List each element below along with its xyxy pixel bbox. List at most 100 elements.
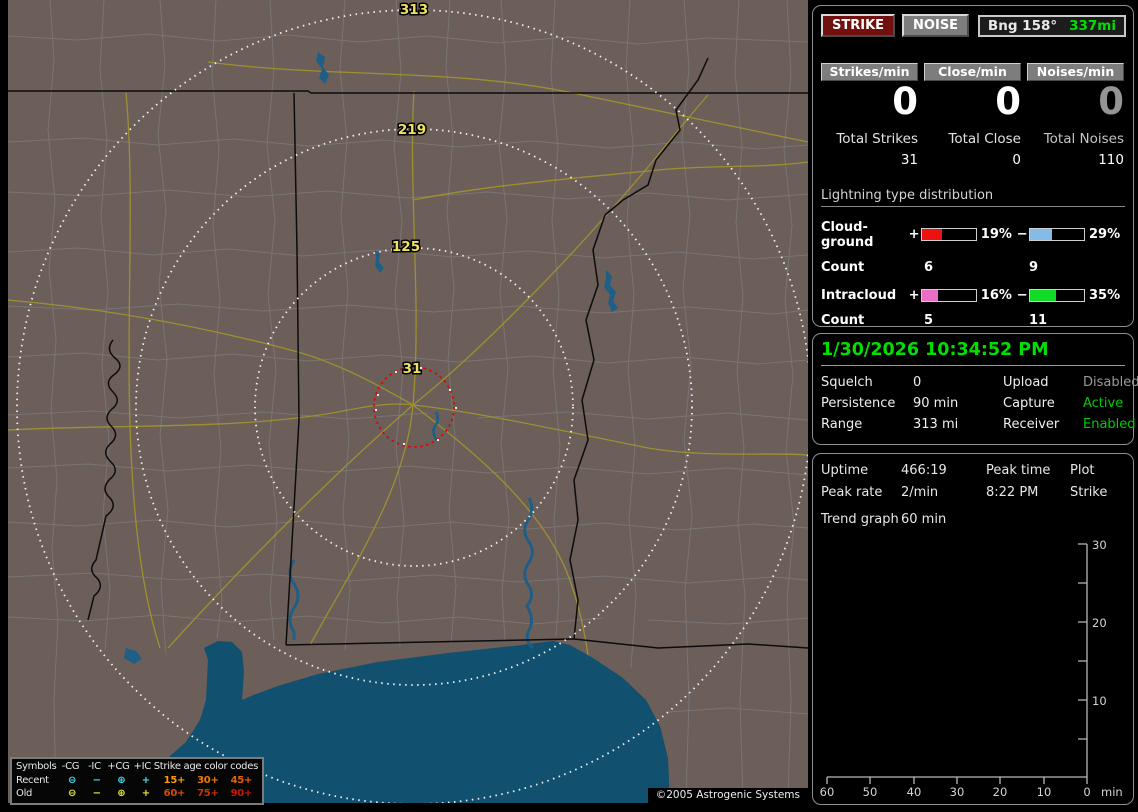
total-close-value: 0 xyxy=(1012,151,1021,168)
cg-plus-percent: 19% xyxy=(980,227,1012,243)
current-datetime: 1/30/2026 10:34:52 PM xyxy=(821,340,1125,366)
plot-mode-value: Strike xyxy=(1070,485,1108,500)
x-tick-10: 10 xyxy=(1037,785,1052,799)
persistence-value: 90 min xyxy=(913,396,959,411)
trend-axes xyxy=(826,543,1088,784)
legend-recent-label: Recent xyxy=(16,774,49,786)
age-code-75: 75+ xyxy=(197,788,219,799)
pos-ic-old-icon: + xyxy=(141,788,150,799)
range-label: Range xyxy=(821,417,863,432)
trend-graph-label: Trend graph xyxy=(821,512,899,527)
uptime-label: Uptime xyxy=(821,463,869,478)
receiver-label: Receiver xyxy=(1003,417,1060,432)
upload-label: Upload xyxy=(1003,375,1049,390)
trend-panel: Uptime 466:19 Peak time Plot Peak rate 2… xyxy=(812,453,1134,805)
peak-time-label: Peak time xyxy=(986,463,1051,478)
strike-counters-panel: STRIKE NOISE Bng 158° 337mi Strikes/min … xyxy=(812,5,1134,328)
legend-age-header: Strike age color codes xyxy=(153,761,259,772)
cloud-ground-label: Cloud-ground xyxy=(821,219,874,250)
x-tick-50: 50 xyxy=(863,785,878,799)
plus-sign: + xyxy=(908,227,920,243)
ic-count-label: Count xyxy=(821,312,865,328)
ic-minus-percent: 35% xyxy=(1088,287,1121,303)
ic-plus-percent: 16% xyxy=(980,287,1012,303)
legend-col-pos-cg: +CG xyxy=(107,761,130,772)
total-strikes-value: 31 xyxy=(900,151,918,168)
y-tick-10: 10 xyxy=(1092,694,1107,708)
trend-axis-labels: 30 20 10 60 50 40 30 20 10 0 min xyxy=(820,538,1123,799)
intracloud-label: Intracloud xyxy=(821,287,897,303)
strikes-per-min-value: 0 xyxy=(892,80,918,123)
x-tick-0: 0 xyxy=(1083,785,1090,799)
legend-recent-row: Recent ⊖ − ⊕ + 15+ 30+ 45+ xyxy=(16,774,258,788)
lightning-map[interactable]: 313 219 125 31 Symbols -CG -IC +CG +IC S… xyxy=(8,0,808,805)
intracloud-count-row: Count 5 11 xyxy=(821,313,1125,328)
minus-sign: − xyxy=(1016,227,1028,243)
pos-cg-recent-icon: ⊕ xyxy=(117,774,126,786)
distribution-title: Lightning type distribution xyxy=(821,188,1125,207)
lightning-type-distribution: Lightning type distribution Cloud-ground… xyxy=(821,188,1125,328)
cg-count-label: Count xyxy=(821,259,865,275)
capture-status: Active xyxy=(1083,396,1124,411)
bearing-readout: Bng 158° 337mi xyxy=(977,14,1126,37)
x-axis-unit: min xyxy=(1101,785,1123,799)
upload-status: Disabled xyxy=(1083,375,1138,390)
map-canvas: 313 219 125 31 xyxy=(8,0,808,803)
total-noises-label: Total Noises xyxy=(1043,130,1124,147)
ring-label-313: 313 xyxy=(400,2,428,18)
age-code-15: 15+ xyxy=(163,774,186,786)
ic-plus-bar xyxy=(921,288,977,302)
strikes-per-min-label: Strikes/min xyxy=(821,63,918,81)
total-strikes-label: Total Strikes xyxy=(836,130,918,147)
close-per-min-counter: Close/min 0 Total Close 0 xyxy=(924,63,1021,168)
neg-ic-recent-icon: − xyxy=(92,774,101,786)
uptime-value: 466:19 xyxy=(901,463,947,478)
status-panel: 1/30/2026 10:34:52 PM Squelch 0 Upload D… xyxy=(812,333,1138,445)
map-legend: Symbols -CG -IC +CG +IC Strike age color… xyxy=(10,757,264,805)
ic-minus-count: 11 xyxy=(1029,312,1048,328)
squelch-value: 0 xyxy=(913,375,922,390)
ring-label-31: 31 xyxy=(403,361,422,377)
neg-cg-recent-icon: ⊖ xyxy=(68,774,77,786)
pos-cg-old-icon: ⊕ xyxy=(117,788,126,799)
close-per-min-label: Close/min xyxy=(924,63,1021,81)
strikes-per-min-counter: Strikes/min 0 Total Strikes 31 xyxy=(821,63,918,168)
plus-sign: + xyxy=(908,287,920,303)
age-code-30: 30+ xyxy=(197,774,219,786)
plot-label: Plot xyxy=(1070,463,1095,478)
noises-per-min-label: Noises/min xyxy=(1027,63,1124,81)
bearing-label: Bng 158° xyxy=(987,17,1058,34)
receiver-settings: Squelch 0 Upload Disabled Persistence 90… xyxy=(821,375,1138,432)
neg-cg-old-icon: ⊖ xyxy=(68,788,77,799)
cg-plus-count: 6 xyxy=(924,259,934,275)
cg-minus-count: 9 xyxy=(1029,259,1039,275)
uptime-stats: Uptime 466:19 Peak time Plot Peak rate 2… xyxy=(821,463,1125,500)
age-code-90: 90+ xyxy=(230,788,253,799)
cg-plus-bar xyxy=(921,228,977,242)
legend-old-label: Old xyxy=(16,788,33,799)
noise-toggle-button[interactable]: NOISE xyxy=(902,14,970,37)
x-tick-40: 40 xyxy=(907,785,922,799)
copyright-notice: ©2005 Astrogenic Systems xyxy=(647,788,808,803)
noises-per-min-counter: Noises/min 0 Total Noises 110 xyxy=(1027,63,1124,168)
cg-minus-percent: 29% xyxy=(1088,227,1121,243)
peak-time-value: 8:22 PM xyxy=(986,485,1039,500)
app-window: 313 219 125 31 Symbols -CG -IC +CG +IC S… xyxy=(0,0,1138,812)
y-tick-20: 20 xyxy=(1092,616,1107,630)
ring-label-219: 219 xyxy=(398,122,426,138)
y-tick-30: 30 xyxy=(1092,538,1107,552)
legend-header-row: Symbols -CG -IC +CG +IC Strike age color… xyxy=(16,760,258,774)
receiver-status: Enabled xyxy=(1083,417,1136,432)
x-tick-30: 30 xyxy=(950,785,965,799)
x-tick-60: 60 xyxy=(820,785,835,799)
trend-graph-window: 60 min xyxy=(901,512,947,527)
pos-ic-recent-icon: + xyxy=(141,774,150,786)
legend-col-neg-cg: -CG xyxy=(61,761,80,772)
cloud-ground-count-row: Count 6 9 xyxy=(821,260,1125,275)
close-per-min-value: 0 xyxy=(995,80,1021,123)
neg-ic-old-icon: − xyxy=(92,788,101,799)
ic-plus-count: 5 xyxy=(924,312,934,328)
strike-toggle-button[interactable]: STRIKE xyxy=(821,14,896,37)
trend-graph-row: Trend graph 60 min xyxy=(821,512,1125,527)
legend-col-neg-ic: -IC xyxy=(88,761,101,772)
